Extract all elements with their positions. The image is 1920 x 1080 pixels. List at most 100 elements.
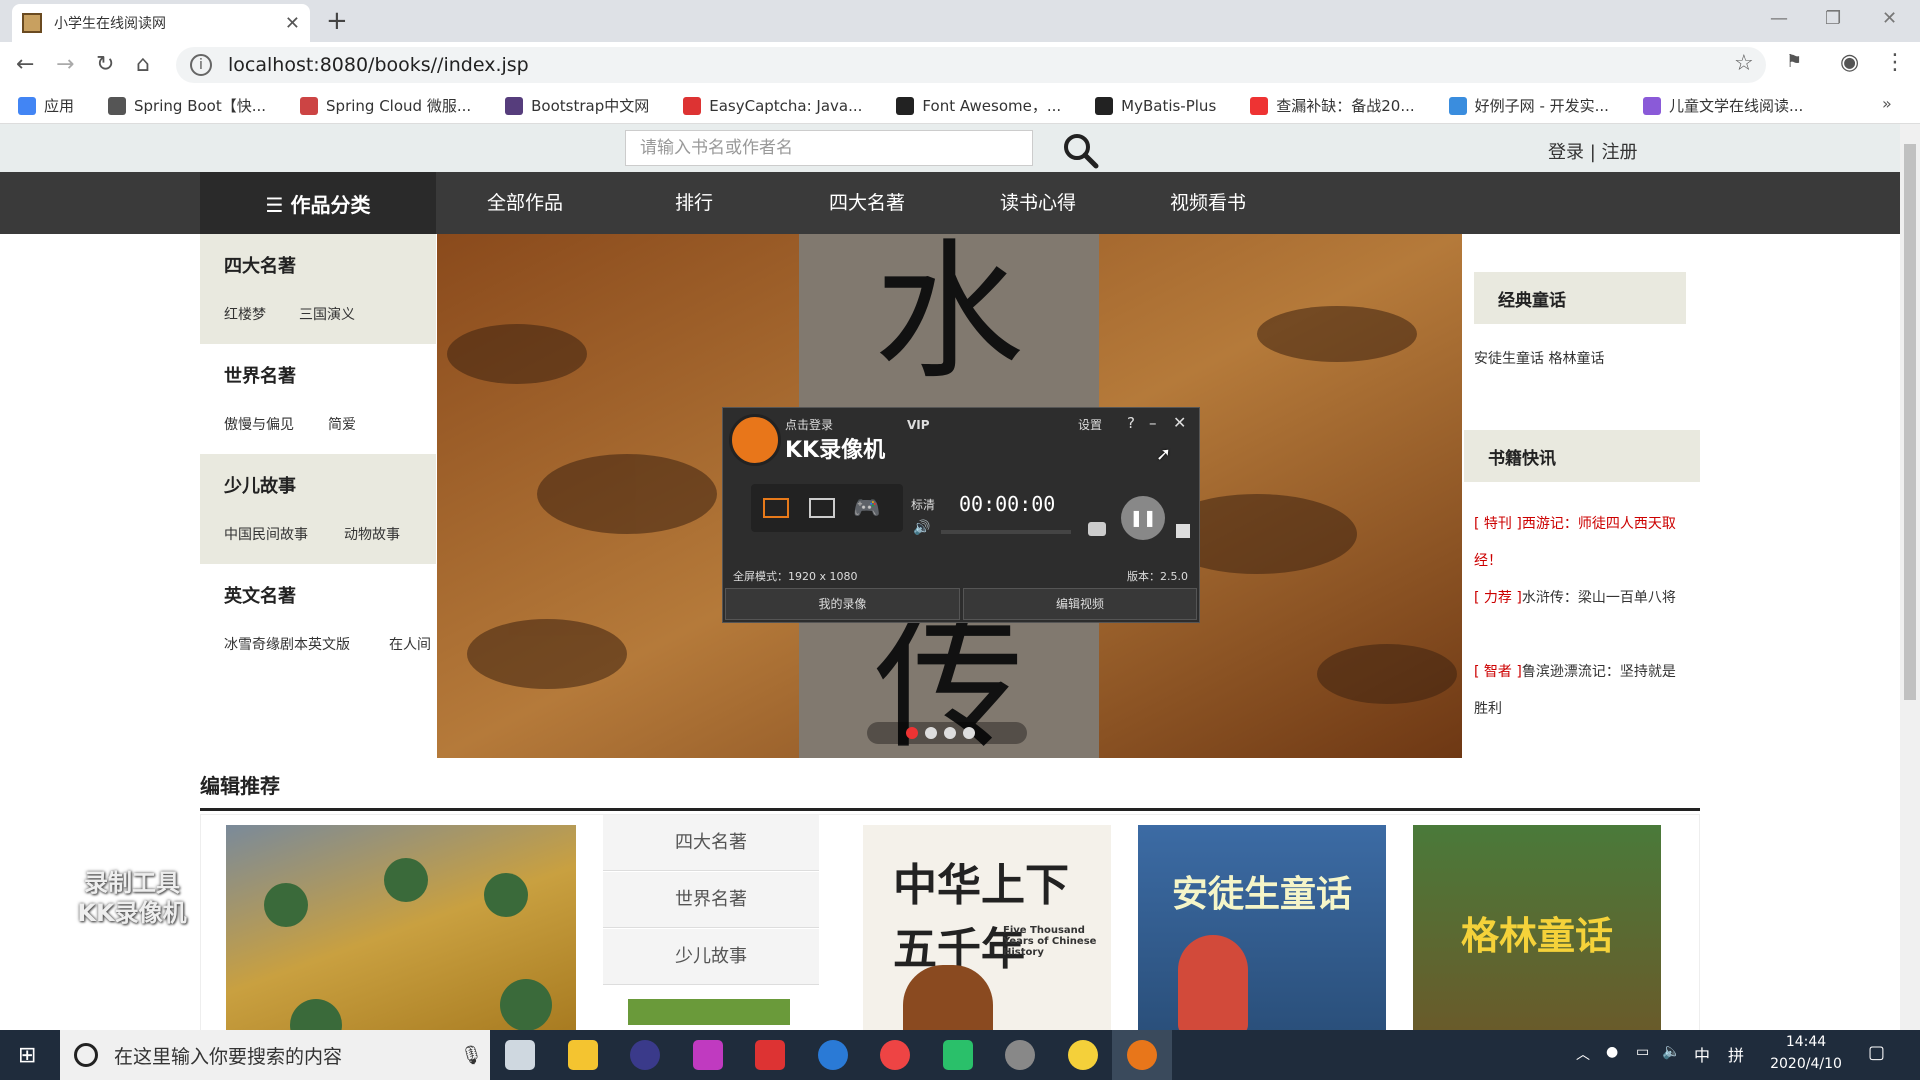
bookmark-item[interactable]: Font Awesome，... (896, 95, 1061, 116)
bookmark-item[interactable]: MyBatis-Plus (1095, 96, 1216, 115)
recorder-help-icon[interactable]: ? (1127, 414, 1135, 432)
cover-andersen[interactable]: 安徒生童话 (1138, 825, 1386, 1030)
intellij-icon[interactable] (693, 1040, 723, 1070)
cover-grimm[interactable]: 格林童话 (1413, 825, 1661, 1030)
bookmark-item[interactable]: Bootstrap中文网 (505, 95, 649, 116)
sidebar-link[interactable]: 冰雪奇缘剧本英文版 (224, 634, 350, 654)
bookmark-item[interactable]: 查漏补缺：备战20... (1250, 95, 1415, 116)
clock-time[interactable]: 14:44 (1770, 1034, 1842, 1050)
eclipse-icon[interactable] (630, 1040, 660, 1070)
sidebar-link[interactable]: 简爱 (328, 414, 356, 434)
classic-fairytales-links[interactable]: 安徒生童话 格林童话 (1474, 348, 1604, 368)
my-recordings-button[interactable]: 我的录像 (725, 588, 960, 620)
recommend-tab-kids-stories[interactable]: 少儿故事 (603, 929, 819, 985)
battery-icon[interactable]: ▭ (1636, 1044, 1649, 1060)
notification-icon[interactable]: ▢ (1868, 1042, 1885, 1063)
quality-label[interactable]: 标清 (911, 496, 935, 513)
recorder-minimize-icon[interactable]: – (1149, 414, 1157, 432)
nav-reading-notes[interactable]: 读书心得 (1000, 172, 1076, 234)
tab-title: 小学生在线阅读网 (54, 16, 166, 32)
windows-start-icon[interactable]: ⊞ (18, 1043, 36, 1068)
tray-app-icon[interactable]: ● (1606, 1044, 1618, 1060)
extension-icon[interactable]: ⚑ (1786, 51, 1802, 72)
recorder-settings-link[interactable]: 设置 (1078, 416, 1102, 433)
pause-button[interactable]: ❚❚ (1121, 496, 1165, 540)
file-explorer-icon[interactable] (568, 1040, 598, 1070)
chrome-icon[interactable] (880, 1040, 910, 1070)
sidebar-link[interactable]: 傲慢与偏见 (224, 414, 294, 434)
fullscreen-mode-icon[interactable] (763, 498, 789, 518)
volume-slider[interactable] (941, 530, 1071, 534)
minimize-window-icon[interactable]: — (1770, 8, 1788, 29)
ime-indicator[interactable]: 中 (1694, 1042, 1710, 1066)
forward-icon[interactable]: → (56, 52, 74, 77)
volume-icon[interactable]: 🔊 (913, 520, 930, 536)
back-icon[interactable]: ← (16, 52, 34, 77)
more-bookmarks-icon[interactable]: » (1882, 94, 1892, 113)
recorder-close-icon[interactable]: ✕ (1173, 413, 1186, 432)
profile-icon[interactable]: ◉ (1840, 50, 1859, 75)
address-bar[interactable]: i localhost:8080/books//index.jsp (176, 47, 1766, 83)
news-text: 水浒传：梁山一百单八将 (1521, 590, 1676, 606)
recommend-tab-four-classics[interactable]: 四大名著 (603, 815, 819, 871)
clock-date[interactable]: 2020/4/10 (1766, 1056, 1846, 1072)
news-item[interactable]: [ 力荐 ]水浒传：梁山一百单八将 (1474, 580, 1686, 617)
sidebar-link[interactable]: 红楼梦 (224, 304, 266, 324)
recorder-logo-icon (729, 414, 781, 466)
reload-icon[interactable]: ↻ (96, 52, 114, 77)
nav-all-works[interactable]: 全部作品 (487, 172, 563, 234)
close-window-icon[interactable]: ✕ (1882, 8, 1897, 29)
screenshot-icon[interactable] (1088, 522, 1106, 536)
cover-five-thousand-years[interactable]: 中华上下五千年 Five Thousand Years of Chinese H… (863, 825, 1111, 1030)
game-mode-icon[interactable]: 🎮 (853, 496, 880, 521)
home-icon[interactable]: ⌂ (136, 52, 150, 77)
task-view-icon[interactable] (505, 1040, 535, 1070)
qq-browser-icon[interactable] (818, 1040, 848, 1070)
nav-ranking[interactable]: 排行 (675, 172, 713, 234)
login-register-link[interactable]: 登录 | 注册 (1548, 138, 1638, 164)
bookmark-item[interactable]: EasyCaptcha: Java... (683, 96, 862, 115)
bookmark-item[interactable]: 应用 (18, 95, 74, 116)
media-player-icon[interactable] (943, 1040, 973, 1070)
new-tab-button[interactable]: + (326, 6, 348, 36)
sidebar-group-world-classics: 世界名著 傲慢与偏见 简爱 (200, 344, 436, 454)
bookmark-item[interactable]: Spring Boot【快... (108, 95, 266, 116)
search-input[interactable]: 请输入书名或作者名 (625, 130, 1033, 166)
sidebar-link[interactable]: 中国民间故事 (224, 524, 308, 544)
nav-video-books[interactable]: 视频看书 (1170, 172, 1246, 234)
settings-gear-icon[interactable] (1005, 1040, 1035, 1070)
category-menu-button[interactable]: ☰ 作品分类 (200, 172, 436, 234)
ime-mode-indicator[interactable]: 拼 (1728, 1042, 1744, 1066)
search-icon[interactable] (1060, 130, 1100, 170)
close-tab-icon[interactable]: ✕ (285, 13, 300, 34)
bookmark-item[interactable]: Spring Cloud 微服... (300, 95, 471, 116)
info-icon[interactable]: i (190, 54, 212, 76)
bookmark-item[interactable]: 好例子网 - 开发实... (1448, 95, 1609, 116)
sidebar-link[interactable]: 动物故事 (344, 524, 400, 544)
sidebar-link[interactable]: 三国演义 (299, 304, 355, 324)
restore-window-icon[interactable]: ❐ (1825, 8, 1841, 29)
nav-four-classics[interactable]: 四大名著 (829, 172, 905, 234)
volume-tray-icon[interactable]: 🔈 (1662, 1042, 1681, 1060)
recorder-login-link[interactable]: 点击登录 (785, 416, 833, 433)
bookmark-star-icon[interactable]: ☆ (1734, 51, 1754, 76)
cover-image-soldiers[interactable] (226, 825, 576, 1030)
news-item[interactable]: [ 特刊 ]西游记：师徒四人西天取经！ (1474, 506, 1686, 580)
browser-tab[interactable]: 小学生在线阅读网 ✕ (12, 4, 310, 42)
taskbar-search-box[interactable]: 在这里输入你要搜索的内容 🎙 (60, 1030, 490, 1080)
region-mode-icon[interactable] (809, 498, 835, 518)
bookmark-item[interactable]: 儿童文学在线阅读... (1642, 95, 1803, 116)
news-item[interactable]: [ 智者 ]鲁滨逊漂流记：坚持就是胜利 (1474, 654, 1686, 728)
menu-icon[interactable]: ⋮ (1884, 50, 1906, 75)
recommend-tab-world-classics[interactable]: 世界名著 (603, 872, 819, 928)
microphone-icon[interactable]: 🎙 (460, 1045, 483, 1066)
youdao-icon[interactable] (755, 1040, 785, 1070)
chat-app-icon[interactable] (1068, 1040, 1098, 1070)
tray-expand-icon[interactable]: ︿ (1576, 1044, 1590, 1064)
stop-button[interactable] (1176, 524, 1190, 538)
sidebar-link[interactable]: 在人间 (389, 634, 431, 654)
recorder-vip-badge[interactable]: VIP (907, 418, 930, 432)
scrollbar-thumb[interactable] (1904, 144, 1916, 700)
edit-video-button[interactable]: 编辑视频 (963, 588, 1197, 620)
kk-recorder-taskbar-icon[interactable] (1127, 1040, 1157, 1070)
